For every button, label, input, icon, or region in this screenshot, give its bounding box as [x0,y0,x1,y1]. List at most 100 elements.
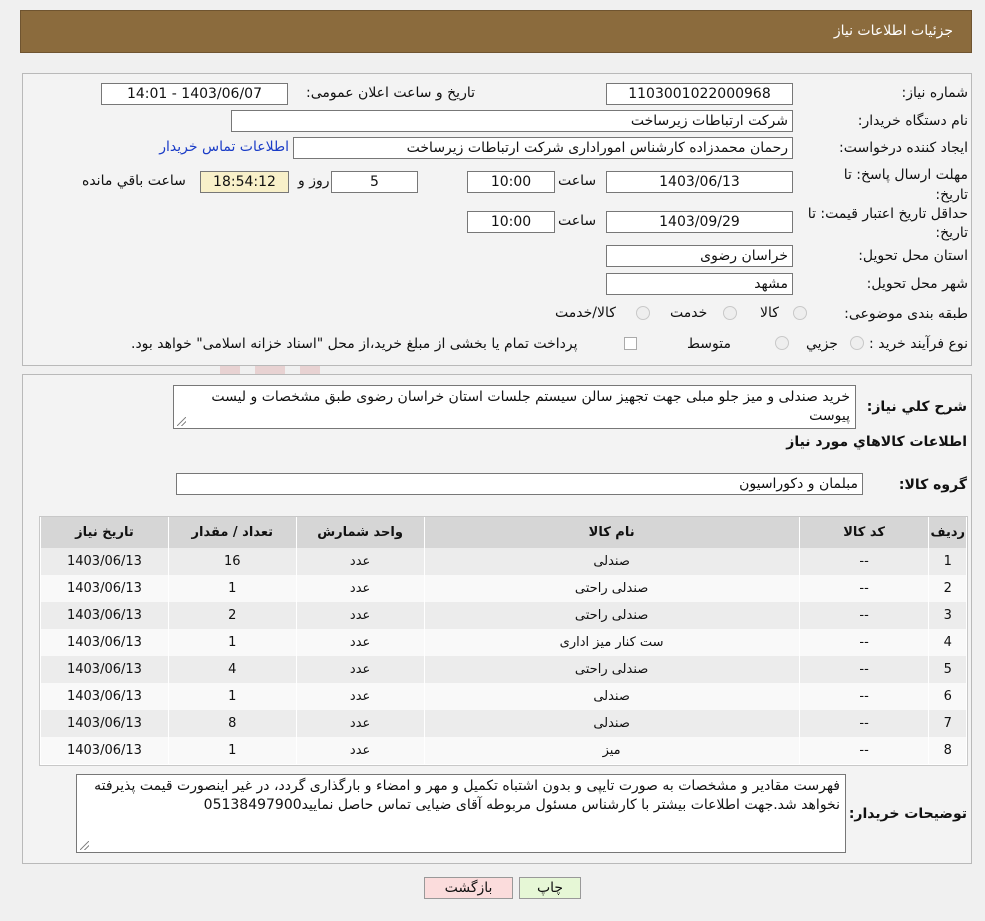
cell-unit: عدد [295,656,425,683]
table-row: 5 -- صندلی راحتی عدد 4 1403/06/13 [40,656,967,683]
creator-field: رحمان محمدزاده کارشناس امورادارى شرکت ار… [293,137,793,159]
need-number-field: 1103001022000968 [606,83,793,105]
validity-date-field: 1403/09/29 [606,211,793,233]
cell-name: صندلی راحتی [423,656,800,683]
cell-quantity: 8 [167,710,297,737]
resize-grip-icon[interactable] [80,841,89,850]
category-radio-goods-service[interactable] [636,306,650,320]
process-note: پرداخت تمام یا بخشی از مبلغ خرید،از محل … [131,336,578,352]
cell-row: 8 [928,737,967,764]
category-label: طبقه بندی موضوعی: [844,306,968,322]
col-unit: واحد شمارش [295,517,425,548]
remaining-label: ساعت باقي مانده [82,173,186,189]
cell-name: صندلی [423,683,800,710]
buyer-contact-link[interactable]: اطلاعات تماس خریدار [157,139,289,155]
deadline-date-field: 1403/06/13 [606,171,793,193]
cell-code: -- [798,710,930,737]
cell-quantity: 4 [167,656,297,683]
cell-unit: عدد [295,602,425,629]
cell-row: 4 [928,629,967,656]
cell-date: 1403/06/13 [40,683,169,710]
cell-quantity: 2 [167,602,297,629]
table-row: 4 -- ست کنار میز اداری عدد 1 1403/06/13 [40,629,967,656]
announce-label: تاریخ و ساعت اعلان عمومی: [306,85,475,101]
need-number-label: شماره نیاز: [901,85,969,101]
process-option-minor: جزيي [806,336,838,352]
cell-row: 7 [928,710,967,737]
remaining-time-field: 18:54:12 [200,171,289,193]
cell-row: 1 [928,548,967,575]
deadline-time-label: ساعت [558,173,597,189]
category-radio-goods[interactable] [793,306,807,320]
table-row: 6 -- صندلی عدد 1 1403/06/13 [40,683,967,710]
deadline-time-field: 10:00 [467,171,555,193]
validity-time-label: ساعت [558,213,597,229]
process-radio-medium[interactable] [775,336,789,350]
goods-table: رديف کد کالا نام کالا واحد شمارش تعداد /… [40,517,967,764]
cell-unit: عدد [295,710,425,737]
cell-name: ست کنار میز اداری [423,629,800,656]
process-label: نوع فرآیند خرید : [869,336,968,352]
cell-code: -- [798,683,930,710]
cell-code: -- [798,629,930,656]
col-code: کد کالا [798,517,930,548]
goods-group-label: گروه کالا: [898,477,967,493]
description-textarea[interactable]: خرید صندلی و میز جلو مبلی جهت تجهیز سالن… [173,385,856,429]
category-option-service: خدمت [670,305,708,321]
cell-date: 1403/06/13 [40,575,169,602]
cell-date: 1403/06/13 [40,629,169,656]
city-field: مشهد [606,273,793,295]
treasury-checkbox[interactable] [624,337,637,350]
goods-table-frame: رديف کد کالا نام کالا واحد شمارش تعداد /… [39,516,968,766]
cell-name: صندلی [423,548,800,575]
cell-code: -- [798,548,930,575]
buyer-notes-label: توضیحات خریدار: [848,806,967,822]
cell-date: 1403/06/13 [40,737,169,764]
cell-row: 5 [928,656,967,683]
cell-unit: عدد [295,548,425,575]
cell-name: صندلی [423,710,800,737]
buyer-org-label: نام دستگاه خریدار: [857,113,968,129]
deadline-label: مهلت ارسال پاسخ: تا تاریخ: [843,167,968,203]
table-header-row: رديف کد کالا نام کالا واحد شمارش تعداد /… [40,517,967,548]
page-title: جزئیات اطلاعات نیاز [833,23,953,39]
back-button[interactable]: بازگشت [424,877,513,899]
table-row: 8 -- میز عدد 1 1403/06/13 [40,737,967,764]
cell-code: -- [798,656,930,683]
cell-code: -- [798,602,930,629]
cell-unit: عدد [295,683,425,710]
print-button[interactable]: چاپ [519,877,581,899]
process-option-medium: متوسط [687,336,731,352]
city-label: شهر محل تحویل: [866,276,968,292]
col-date: تاریخ نیاز [40,517,169,548]
table-row: 1 -- صندلی عدد 16 1403/06/13 [40,548,967,575]
page-header: جزئیات اطلاعات نیاز [20,10,972,53]
cell-name: صندلی راحتی [423,575,800,602]
days-label: روز و [298,173,330,189]
cell-date: 1403/06/13 [40,602,169,629]
cell-code: -- [798,737,930,764]
cell-quantity: 1 [167,575,297,602]
buyer-notes-textarea[interactable]: فهرست مقادیر و مشخصات به صورت تایپی و بد… [76,774,846,853]
resize-grip-icon[interactable] [177,417,186,426]
table-row: 3 -- صندلی راحتی عدد 2 1403/06/13 [40,602,967,629]
cell-date: 1403/06/13 [40,656,169,683]
cell-unit: عدد [295,575,425,602]
cell-quantity: 1 [167,683,297,710]
cell-code: -- [798,575,930,602]
table-row: 2 -- صندلی راحتی عدد 1 1403/06/13 [40,575,967,602]
cell-row: 2 [928,575,967,602]
province-label: استان محل تحویل: [858,248,968,264]
cell-name: صندلی راحتی [423,602,800,629]
cell-unit: عدد [295,737,425,764]
col-row: رديف [928,517,967,548]
creator-label: ایجاد کننده درخواست: [839,140,968,156]
goods-section-title: اطلاعات کالاهاي مورد نياز [786,434,967,450]
announce-field: 1403/06/07 - 14:01 [101,83,288,105]
cell-name: میز [423,737,800,764]
buyer-notes-text: فهرست مقادیر و مشخصات به صورت تایپی و بد… [94,778,840,813]
category-radio-service[interactable] [723,306,737,320]
process-radio-minor[interactable] [850,336,864,350]
cell-quantity: 16 [167,548,297,575]
cell-row: 3 [928,602,967,629]
